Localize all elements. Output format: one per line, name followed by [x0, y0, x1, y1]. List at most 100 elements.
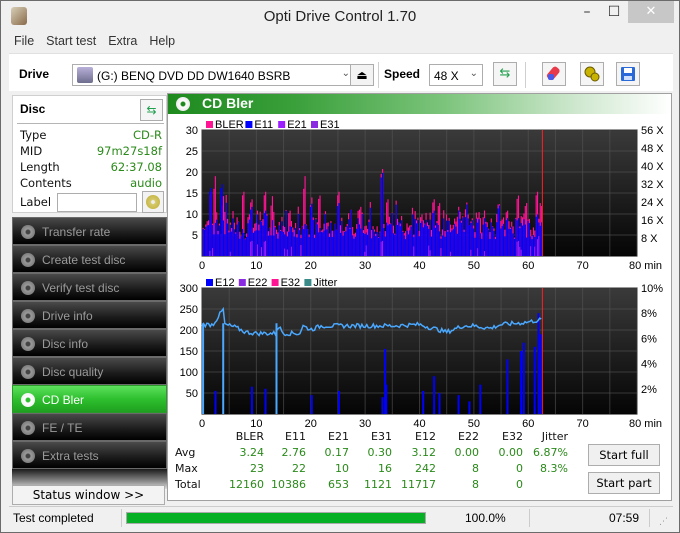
e11-bar — [407, 234, 409, 256]
legend-swatch — [304, 279, 312, 286]
e12-jitter-chart: E12 E22 E32 Jitter501001502002503002%4%6%8%… — [180, 277, 664, 430]
drive-value: (G:) BENQ DVD DD DW1640 BSRB — [97, 69, 291, 83]
menu-extra[interactable]: Extra — [103, 32, 142, 52]
e11-bar — [494, 239, 496, 256]
e11-bar — [227, 223, 229, 256]
e11-bar — [391, 213, 393, 256]
nav-label: Create test disc — [42, 253, 126, 267]
stats-cell: 8 — [472, 478, 479, 491]
e11-bar — [372, 229, 374, 256]
e11-bar — [497, 208, 499, 256]
menu-help[interactable]: Help — [144, 32, 180, 52]
settings-button[interactable] — [580, 62, 604, 86]
e11-bar — [415, 223, 418, 256]
disc-row-contents: Contents audio — [20, 176, 162, 192]
x-tick-label: 0 — [199, 260, 205, 272]
minimize-button[interactable]: – — [574, 1, 600, 23]
x-tick-label: 60 — [522, 260, 534, 272]
e11-bar — [467, 218, 469, 256]
legend-label: Jitter — [313, 277, 337, 289]
e11-bar — [331, 237, 333, 256]
e11-bar — [358, 224, 361, 256]
save-button[interactable] — [616, 62, 640, 86]
disc-icon — [21, 253, 35, 267]
erase-button[interactable] — [542, 62, 566, 86]
eject-icon: ⏏ — [356, 68, 368, 82]
e11-bar — [414, 218, 416, 256]
e21-bar — [517, 240, 519, 256]
e11-bar — [424, 224, 426, 256]
e11-bar — [309, 206, 312, 256]
stats-row-label: Total — [175, 478, 201, 491]
e11-bar — [337, 206, 339, 256]
e11-bar — [505, 220, 507, 256]
menu-bar: File Start test Extra Help — [9, 32, 182, 52]
disc-icon — [21, 449, 35, 463]
e21-bar — [209, 250, 211, 256]
stats-cell: 653 — [328, 478, 349, 491]
disc-value: 62:37.08 — [110, 160, 162, 174]
e11-bar — [345, 231, 347, 256]
drive-select[interactable]: (G:) BENQ DVD DD DW1640 BSRB ⌄ — [72, 64, 355, 86]
e11-bar — [483, 218, 486, 256]
nav-cd-bler[interactable]: CD Bler — [12, 385, 167, 413]
disc-icon — [21, 337, 35, 351]
e11-bar — [459, 218, 461, 256]
nav-disc-quality[interactable]: Disc quality — [12, 357, 167, 385]
nav-verify-test-disc[interactable]: Verify test disc — [12, 273, 167, 301]
start-part-button[interactable]: Start part — [588, 472, 660, 494]
stats-col-header: E11 — [285, 430, 306, 443]
e11-bar — [406, 230, 408, 256]
e11-bar — [335, 229, 337, 256]
disc-refresh-button[interactable]: ⇆ — [140, 99, 163, 121]
e12-bar — [533, 346, 536, 414]
e11-bar — [368, 222, 370, 256]
e11-bar — [386, 222, 388, 256]
nav-create-test-disc[interactable]: Create test disc — [12, 245, 167, 273]
resize-grip-icon[interactable]: ⋰ — [659, 517, 668, 527]
e11-bar — [349, 228, 351, 256]
stats-row-label: Max — [175, 462, 198, 475]
eject-button[interactable]: ⏏ — [350, 64, 374, 86]
e11-bar — [478, 219, 480, 256]
e11-bar — [512, 233, 514, 256]
nav-disc-info[interactable]: Disc info — [12, 329, 167, 357]
e11-bar — [209, 191, 211, 256]
e21-bar — [516, 241, 518, 256]
menu-file[interactable]: File — [9, 32, 39, 52]
maximize-button[interactable]: ☐ — [601, 1, 627, 23]
e11-bar — [403, 235, 405, 256]
e11-bar — [417, 220, 419, 256]
y2-tick-label: 56 X — [641, 125, 664, 137]
cd-bler-panel: CD Bler BLER E11 E21 E31 5 10 15 20 25 30 8 X 16 X 2… — [167, 93, 672, 501]
nav-drive-info[interactable]: Drive info — [12, 301, 167, 329]
x-tick-label: 10 — [250, 418, 262, 430]
nav-fe-te[interactable]: FE / TE — [12, 413, 167, 441]
speed-select[interactable]: 48 X ⌄ — [429, 64, 483, 86]
close-button[interactable]: ✕ — [628, 1, 674, 23]
e11-bar — [222, 220, 225, 256]
start-full-button[interactable]: Start full — [588, 444, 660, 466]
disc-label-input[interactable] — [57, 193, 137, 212]
refresh-button[interactable]: ⇆ — [493, 62, 517, 86]
e12-bar — [468, 401, 471, 414]
e11-bar — [532, 235, 535, 256]
e21-bar — [250, 241, 252, 256]
menu-start-test[interactable]: Start test — [41, 32, 101, 52]
e11-bar — [239, 238, 241, 256]
nav-transfer-rate[interactable]: Transfer rate — [12, 217, 167, 245]
e12-bar — [433, 376, 436, 414]
e11-bar — [324, 214, 327, 256]
save-icon — [621, 67, 635, 81]
disc-label-button[interactable] — [142, 191, 164, 213]
e11-bar — [266, 215, 268, 256]
stats-cell: 6.87% — [533, 446, 568, 459]
disc-icon — [21, 281, 35, 295]
y-tick-label: 5 — [192, 230, 198, 242]
status-window-button[interactable]: Status window >> — [12, 485, 165, 505]
e12-bar — [422, 390, 425, 414]
disc-heading: Disc — [20, 102, 46, 116]
x-tick-label: 20 — [305, 418, 317, 430]
y2-tick-label: 48 X — [641, 143, 664, 155]
nav-extra-tests[interactable]: Extra tests — [12, 441, 167, 469]
